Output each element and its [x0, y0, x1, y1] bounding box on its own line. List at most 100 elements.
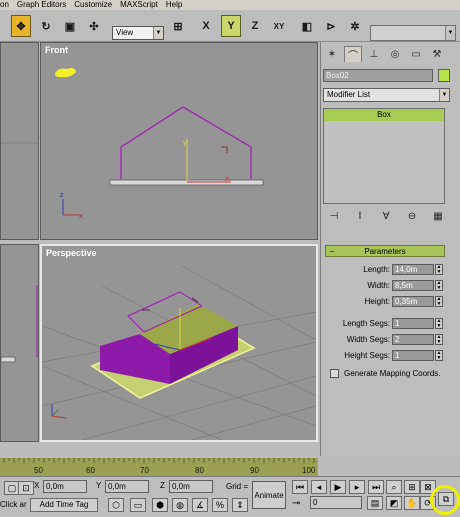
snap-toggle-3d-button[interactable]: ◍: [172, 498, 188, 512]
next-frame-button[interactable]: ▸: [349, 480, 365, 494]
height-spinner[interactable]: ▲ ▼: [435, 296, 443, 307]
parameters-rollout-header[interactable]: – Parameters: [325, 245, 445, 257]
z-label: Z: [160, 481, 165, 490]
crossing-selection-button[interactable]: ⬢: [152, 498, 168, 512]
absolute-icon: ⊡: [22, 482, 30, 493]
pan-button[interactable]: ✋: [404, 496, 420, 510]
stack-item-box[interactable]: Box: [324, 109, 444, 121]
absolute-mode-button[interactable]: ⊡: [18, 481, 34, 495]
track-bar-ruler: 50 60 70 80 90 100: [3, 458, 316, 475]
y-field[interactable]: 0,0m: [105, 480, 149, 493]
menu-item-customize[interactable]: Customize: [74, 0, 112, 10]
percent-snap-button[interactable]: %: [212, 498, 228, 512]
length-segs-label: Length Segs:: [342, 319, 390, 328]
mirror-button[interactable]: ◧: [297, 15, 317, 37]
width-field[interactable]: 8,5m: [392, 280, 434, 291]
select-and-move-button[interactable]: ✥: [11, 15, 31, 37]
show-end-result-icon[interactable]: Ⅰ: [352, 208, 368, 224]
object-color-swatch[interactable]: [438, 69, 450, 82]
tick-label: 100: [302, 466, 316, 475]
zoom-button[interactable]: ⌕: [386, 480, 402, 494]
cursor-highlight-circle: [430, 485, 460, 515]
pivot-center-button[interactable]: ⊞: [168, 15, 188, 37]
modifier-list-dropdown[interactable]: Modifier List ▼: [323, 88, 450, 102]
configure-modifier-sets-icon[interactable]: ▦: [430, 208, 446, 224]
previous-frame-button[interactable]: ◂: [311, 480, 327, 494]
top-viewport[interactable]: [0, 42, 39, 240]
time-config-button[interactable]: ▤: [367, 496, 383, 510]
track-bar[interactable]: 50 60 70 80 90 100: [0, 458, 318, 476]
pin-stack-icon[interactable]: ⊣: [326, 208, 342, 224]
go-to-end-button[interactable]: ⏭: [368, 480, 384, 494]
select-manipulate-button[interactable]: ✣: [84, 15, 104, 37]
angle-snap-button[interactable]: ∡: [192, 498, 208, 512]
length-segs-spinner[interactable]: ▲ ▼: [435, 318, 443, 329]
svg-text:x: x: [225, 174, 229, 183]
create-tab[interactable]: ✶: [323, 46, 341, 62]
front-viewport[interactable]: Front y x z x: [40, 42, 318, 240]
height-segs-spinner[interactable]: ▲ ▼: [435, 350, 443, 361]
width-segs-field[interactable]: 2: [392, 334, 434, 345]
hierarchy-tab[interactable]: ⊥: [365, 46, 383, 62]
selection-lock-toggle[interactable]: ⬡: [108, 498, 124, 512]
add-time-tag-button[interactable]: Add Time Tag: [30, 498, 98, 512]
lock-icon: ▢: [7, 482, 17, 493]
height-segs-field[interactable]: 1: [392, 350, 434, 361]
menu-item-help[interactable]: Help: [166, 0, 182, 10]
menu-item-maxscript[interactable]: MAXScript: [120, 0, 158, 10]
motion-tab[interactable]: ◎: [386, 46, 404, 62]
select-and-rotate-button[interactable]: ↻: [36, 15, 56, 37]
modifier-stack: Box: [323, 108, 445, 204]
degradation-override-button[interactable]: ▭: [130, 498, 146, 512]
key-icon: ⊸: [292, 498, 301, 509]
restrict-y-button[interactable]: Y: [221, 15, 241, 37]
generate-mapping-checkbox[interactable]: [330, 369, 339, 378]
modify-tab[interactable]: ⌒: [344, 46, 362, 62]
go-to-start-button[interactable]: ⏮: [292, 480, 308, 494]
length-field[interactable]: 14,0m: [392, 264, 434, 275]
height-field[interactable]: 0,35m: [392, 296, 434, 307]
motion-icon: ◎: [390, 48, 400, 60]
remove-modifier-icon[interactable]: ⊖: [404, 208, 420, 224]
snap-icon: ✲: [350, 20, 360, 33]
percent-snap-icon: %: [215, 500, 224, 510]
hammer-icon: ⚒: [432, 48, 442, 60]
x-field[interactable]: 0,0m: [43, 480, 87, 493]
width-segs-label: Width Segs:: [346, 335, 390, 344]
fov-icon: ◩: [389, 497, 399, 508]
field-of-view-button[interactable]: ◩: [386, 496, 402, 510]
left-viewport[interactable]: [0, 244, 39, 442]
play-button[interactable]: ▶: [330, 480, 346, 494]
current-frame-field[interactable]: 0: [310, 496, 362, 509]
left-viewport-canvas: [1, 285, 38, 363]
restrict-z-button[interactable]: Z: [245, 15, 265, 37]
menu-item-graph-editors[interactable]: Graph Editors: [17, 0, 66, 10]
utilities-tab[interactable]: ⚒: [428, 46, 446, 62]
generate-mapping-coords-option[interactable]: Generate Mapping Coords.: [330, 368, 450, 380]
width-row: Width: 8,5m ▲ ▼: [324, 280, 444, 292]
width-segs-spinner[interactable]: ▲ ▼: [435, 334, 443, 345]
make-unique-icon[interactable]: ∀: [378, 208, 394, 224]
prev-frame-icon: ◂: [316, 481, 322, 492]
zoom-all-icon: ⊞: [408, 481, 416, 492]
animate-button[interactable]: Animate: [252, 481, 286, 509]
reference-coordinate-dropdown[interactable]: View ▼: [112, 26, 164, 40]
length-segs-field[interactable]: 1: [392, 318, 434, 329]
named-selection-dropdown[interactable]: ▼: [370, 25, 456, 41]
snaps-button[interactable]: ✲: [345, 15, 365, 37]
spinner-snap-button[interactable]: ⇕: [232, 498, 248, 512]
restrict-x-button[interactable]: X: [196, 15, 216, 37]
menu-item-on[interactable]: on: [0, 0, 9, 10]
length-spinner[interactable]: ▲ ▼: [435, 264, 443, 275]
display-tab[interactable]: ▭: [407, 46, 425, 62]
svg-text:z: z: [60, 192, 64, 199]
object-name-field[interactable]: Box02: [323, 69, 433, 82]
width-spinner[interactable]: ▲ ▼: [435, 280, 443, 291]
go-end-icon: ⏭: [371, 481, 381, 492]
zoom-all-button[interactable]: ⊞: [404, 480, 420, 494]
restrict-xy-button[interactable]: XY: [269, 15, 289, 37]
perspective-viewport[interactable]: Perspective: [40, 244, 318, 442]
select-and-scale-button[interactable]: ▣: [60, 15, 80, 37]
z-field[interactable]: 0,0m: [169, 480, 213, 493]
align-button[interactable]: ⊳: [321, 15, 341, 37]
